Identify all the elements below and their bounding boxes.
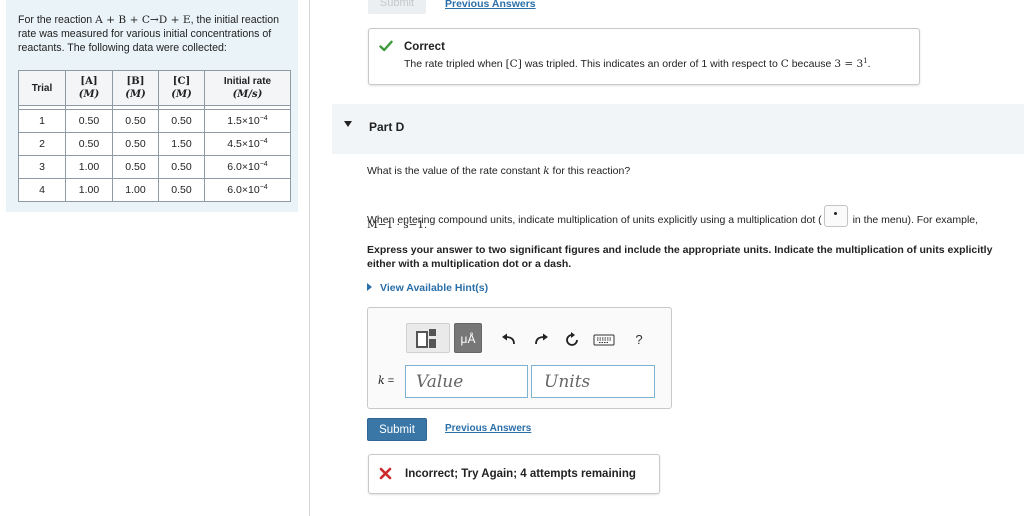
answer-box: μÅ ? k = (367, 307, 672, 409)
cell-trial: 3 (18, 155, 66, 179)
value-input[interactable] (405, 365, 528, 398)
cell-b: 0.50 (112, 132, 159, 156)
table-row: 1 0.50 0.50 0.50 1.5×10−4 (18, 109, 291, 133)
cell-a: 0.50 (65, 132, 113, 156)
part-title: Part D (369, 120, 405, 134)
header-b: [B] (M) (112, 70, 159, 106)
prev-submit-button[interactable]: Submit (368, 0, 426, 14)
cell-b: 1.00 (112, 178, 159, 202)
units-note: When entering compound units, indicate m… (367, 205, 1023, 228)
header-c: [C] (M) (158, 70, 205, 106)
question-text: What is the value of the rate constant k… (367, 165, 631, 177)
cell-c: 1.50 (158, 132, 205, 156)
cell-a: 1.00 (65, 178, 113, 202)
feedback-title: Correct (404, 41, 445, 53)
view-hints-link[interactable]: View Available Hint(s) (367, 282, 488, 294)
caret-down-icon[interactable] (344, 121, 352, 127)
intro-text-start: For the reaction (18, 14, 93, 26)
reset-icon[interactable] (561, 328, 583, 354)
cell-trial: 2 (18, 132, 66, 156)
cell-b: 0.50 (112, 109, 159, 133)
cell-c: 0.50 (158, 109, 205, 133)
incorrect-feedback-box: Incorrect; Try Again; 4 attempts remaini… (368, 454, 660, 494)
units-input[interactable] (531, 365, 655, 398)
cell-c: 0.50 (158, 178, 205, 202)
cell-c: 0.50 (158, 155, 205, 179)
previous-answers-link[interactable]: Previous Answers (445, 423, 531, 434)
cell-b: 0.50 (112, 155, 159, 179)
header-trial: Trial (18, 70, 66, 106)
submit-button[interactable]: Submit (367, 418, 427, 441)
prev-previous-answers-link[interactable]: Previous Answers (445, 0, 536, 10)
table-row: 3 1.00 0.50 0.50 6.0×10−4 (18, 155, 291, 179)
reaction-equation: A + B + C→D + E (95, 14, 191, 26)
units-menu-button[interactable]: μÅ (454, 323, 482, 353)
feedback-message: Incorrect; Try Again; 4 attempts remaini… (405, 468, 636, 480)
cell-trial: 4 (18, 178, 66, 202)
keyboard-icon[interactable] (591, 328, 617, 354)
cell-rate: 6.0×10−4 (204, 178, 291, 202)
cell-trial: 1 (18, 109, 66, 133)
table-row: 2 0.50 0.50 1.50 4.5×10−4 (18, 132, 291, 156)
feedback-message: The rate tripled when [C] was tripled. T… (404, 57, 871, 70)
problem-panel: For the reaction A + B + C→D + E, the in… (6, 0, 298, 212)
answer-instructions: Express your answer to two significant f… (367, 244, 993, 270)
problem-intro: For the reaction A + B + C→D + E, the in… (18, 13, 286, 55)
example-units: M−1 · s−1. (367, 219, 428, 231)
undo-icon[interactable] (498, 328, 520, 354)
cell-rate: 6.0×10−4 (204, 155, 291, 179)
redo-icon[interactable] (530, 328, 552, 354)
check-icon (379, 40, 393, 52)
header-a: [A] (M) (65, 70, 113, 106)
multiplication-dot-icon (823, 205, 848, 227)
cell-a: 1.00 (65, 155, 113, 179)
cell-rate: 1.5×10−4 (204, 109, 291, 133)
table-row: 4 1.00 1.00 0.50 6.0×10−4 (18, 178, 291, 202)
part-d-header[interactable]: Part D (332, 104, 1024, 154)
correct-feedback-box: Correct The rate tripled when [C] was tr… (368, 28, 920, 85)
rate-data-table: Trial [A] (M) [B] (M) [C] (M) Initial rate(… (18, 70, 291, 202)
x-icon (379, 467, 392, 480)
table-header-row: Trial [A] (M) [B] (M) [C] (M) Initial rate(… (18, 70, 291, 106)
intro-text-end: , the initial (190, 14, 239, 26)
help-icon[interactable]: ? (628, 326, 650, 352)
caret-right-icon (367, 283, 372, 291)
panel-divider (309, 0, 310, 516)
answer-label: k = (378, 374, 395, 387)
header-rate: Initial rate (M/s) (204, 70, 291, 106)
templates-icon[interactable] (406, 323, 450, 353)
cell-rate: 4.5×10−4 (204, 132, 291, 156)
cell-a: 0.50 (65, 109, 113, 133)
